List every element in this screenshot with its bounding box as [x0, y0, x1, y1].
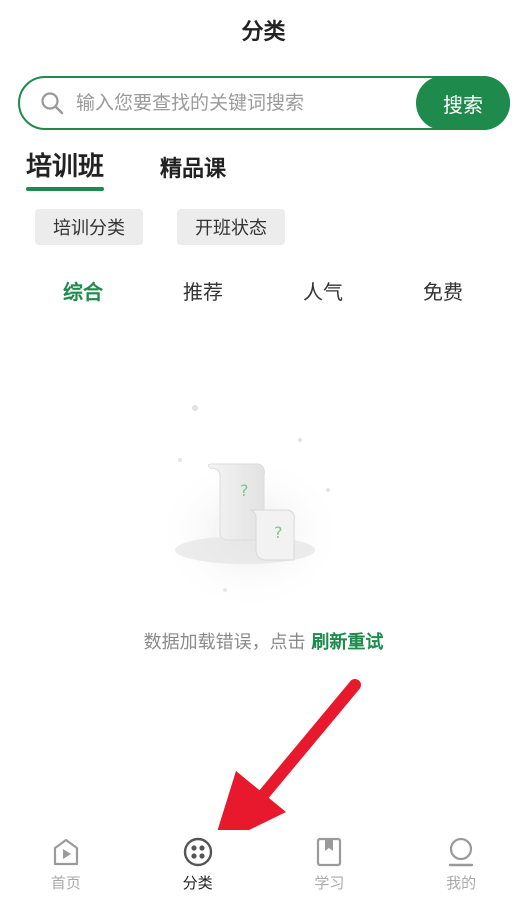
page-title: 分类 — [241, 20, 286, 45]
sort-tabs: 综合 推荐 人气 免费 — [0, 276, 527, 305]
category-icon — [183, 837, 212, 867]
empty-state-illustration: ? ? — [150, 400, 350, 610]
bottom-tab-bar: 首页 分类 学习 我的 — [0, 830, 527, 902]
tabbar-label-category: 分类 — [182, 874, 213, 892]
retry-link[interactable]: 刷新重试 — [311, 632, 383, 653]
sort-tab-popular[interactable]: 人气 — [263, 276, 383, 305]
filter-bar: 培训分类 开班状态 — [35, 209, 319, 245]
search-button[interactable]: 搜索 — [416, 76, 510, 130]
filter-class-status[interactable]: 开班状态 — [177, 209, 285, 245]
tab-training-class[interactable]: 培训班 — [26, 146, 105, 191]
sort-tab-recommended[interactable]: 推荐 — [143, 276, 263, 305]
search-bar: 搜索 — [18, 76, 510, 130]
filter-training-category[interactable]: 培训分类 — [35, 209, 143, 245]
sort-tab-free[interactable]: 免费 — [383, 276, 503, 305]
profile-icon — [448, 837, 474, 867]
error-text: 数据加载错误，点击 — [143, 632, 312, 653]
tabbar-label-home: 首页 — [50, 874, 81, 892]
tabbar-item-home[interactable]: 首页 — [0, 830, 132, 902]
svg-text:?: ? — [274, 523, 283, 542]
tabbar-label-profile: 我的 — [446, 874, 477, 892]
home-play-icon — [53, 838, 78, 866]
tab-premium-course[interactable]: 精品课 — [160, 151, 226, 191]
error-message: 数据加载错误，点击 刷新重试 — [0, 628, 527, 654]
sort-tab-comprehensive[interactable]: 综合 — [23, 276, 143, 305]
tabbar-item-study[interactable]: 学习 — [264, 830, 396, 902]
tabbar-item-profile[interactable]: 我的 — [395, 830, 527, 902]
tabbar-label-study: 学习 — [314, 874, 345, 892]
svg-text:?: ? — [240, 481, 249, 500]
main-tabs: 培训班 精品课 — [26, 146, 282, 191]
search-icon — [40, 91, 64, 115]
study-bookmark-icon — [317, 837, 342, 867]
tabbar-item-category[interactable]: 分类 — [132, 830, 264, 902]
